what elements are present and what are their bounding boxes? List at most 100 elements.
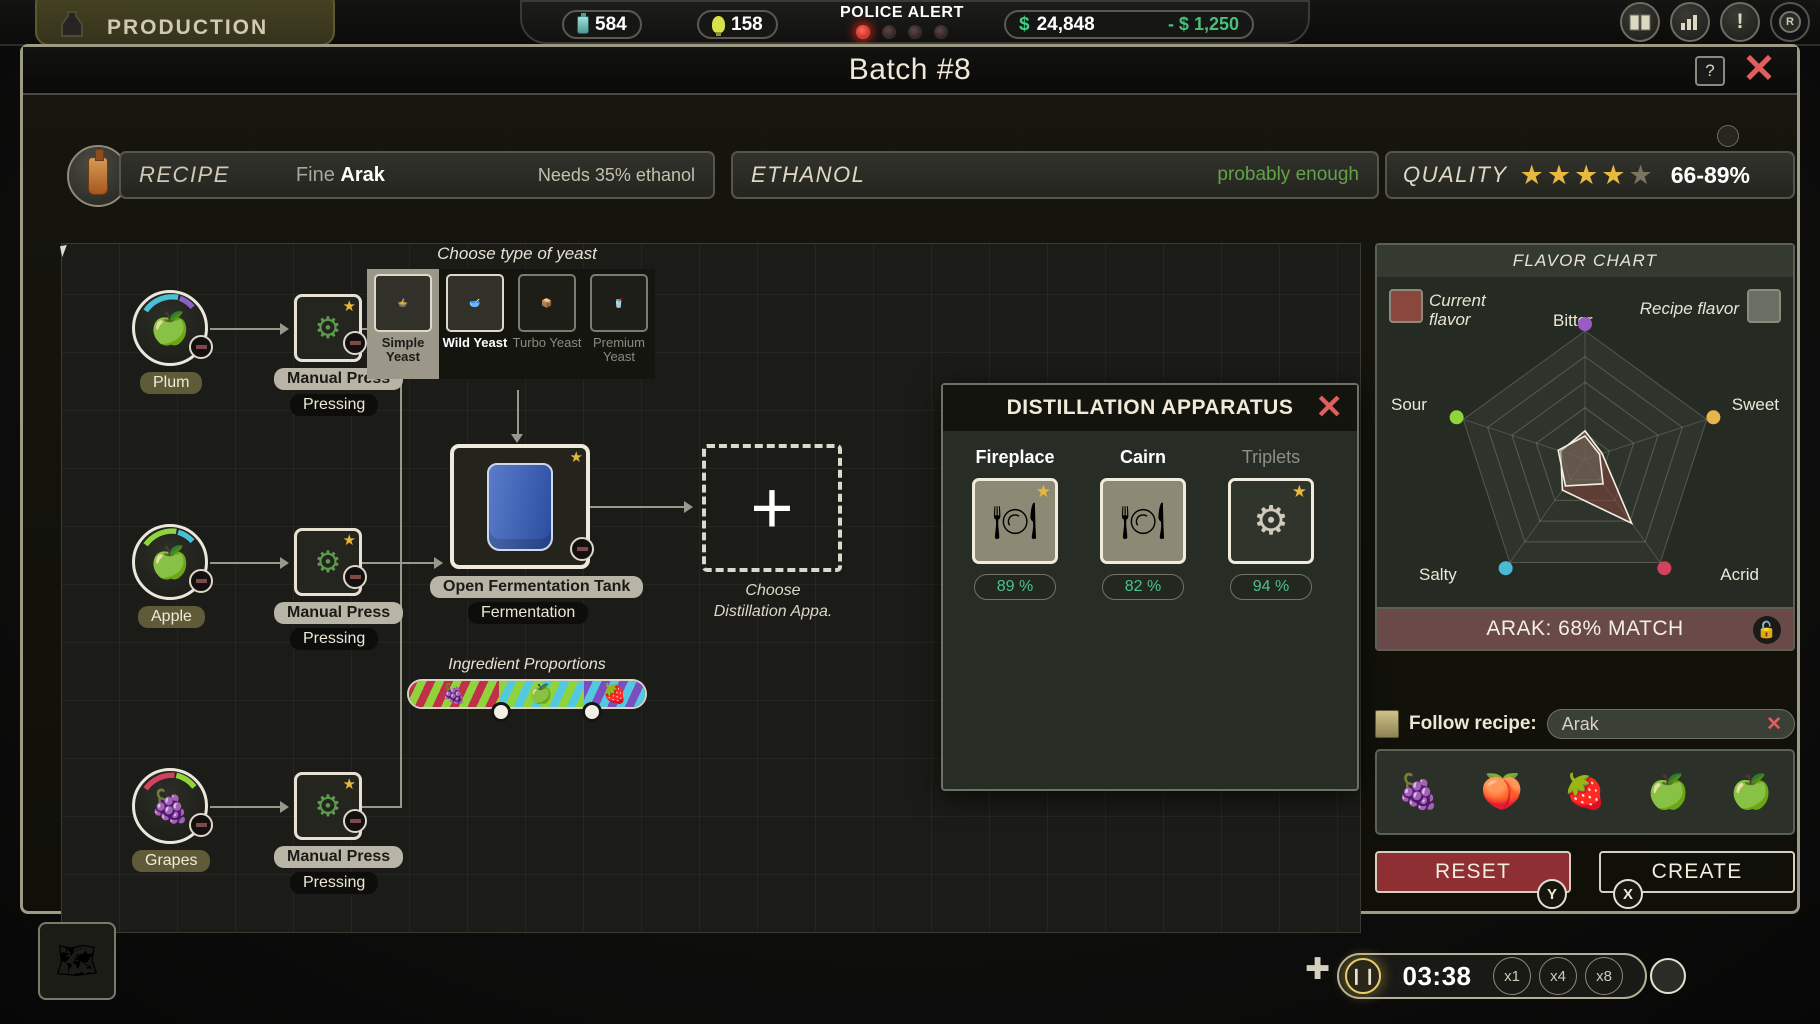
- link-press3-out: [362, 806, 402, 808]
- yeast-option-turbo[interactable]: 📦 Turbo Yeast: [511, 269, 583, 379]
- apple-remove-button[interactable]: [189, 569, 213, 593]
- dollar-icon: $: [1019, 13, 1030, 35]
- berries-icon[interactable]: 🍓: [1564, 772, 1606, 812]
- grapes-remove-button[interactable]: [189, 813, 213, 837]
- speed-x8-button[interactable]: x8: [1585, 957, 1623, 995]
- game-clock: 03:38: [1402, 960, 1472, 991]
- press-2-remove-button[interactable]: [343, 565, 367, 589]
- money-counter[interactable]: $ 24,848 - $ 1,250: [1004, 10, 1254, 39]
- ethanol-label: ETHANOL: [751, 162, 866, 187]
- pause-button[interactable]: ❙❙: [1345, 958, 1381, 994]
- quality-label: QUALITY: [1403, 162, 1508, 187]
- close-button[interactable]: ✕: [1739, 49, 1779, 91]
- stick-button[interactable]: [1650, 958, 1686, 994]
- apparatus-option-fireplace[interactable]: Fireplace ★ 🍽 89 %: [961, 447, 1069, 600]
- money-delta: - $ 1,250: [1167, 14, 1239, 34]
- speed-x1-button[interactable]: x1: [1493, 957, 1531, 995]
- tank-star-icon: ★: [569, 449, 583, 466]
- unlock-icon[interactable]: 🔓: [1753, 616, 1781, 644]
- ingredient-node-grapes[interactable]: 🍇: [132, 768, 213, 844]
- yeast-option-premium[interactable]: 🥤 Premium Yeast: [583, 269, 655, 379]
- action-button-row: RESET CREATE Y X: [1375, 851, 1795, 909]
- machine-node-press-1[interactable]: ★ ⚙: [294, 294, 367, 362]
- ethanol-strip[interactable]: ETHANOL probably enough: [731, 151, 1379, 199]
- tank-remove-button[interactable]: [570, 537, 594, 561]
- hud-center: 584 158 POLICE ALERT $ 24,848 - $ 1,250: [520, 0, 1310, 44]
- apparatus-tile-fireplace[interactable]: ★ 🍽: [972, 478, 1058, 564]
- quality-stars: ★ ★ ★ ★ ★: [1520, 159, 1653, 190]
- alert-icon[interactable]: !: [1720, 2, 1760, 42]
- plum-remove-button[interactable]: [189, 335, 213, 359]
- dpad-icon: ✚: [1305, 953, 1331, 986]
- star-filled-2: ★: [1546, 159, 1572, 190]
- modal-close-button[interactable]: ✕: [1315, 389, 1343, 425]
- follow-recipe-row: Follow recipe: Arak ✕: [1375, 709, 1795, 739]
- resize-handle[interactable]: [1717, 125, 1739, 147]
- proportion-handle-2[interactable]: [582, 702, 602, 722]
- grapes-icon[interactable]: 🍇: [1397, 772, 1439, 812]
- proportions-bar[interactable]: 🍇 🍏 🍓: [407, 679, 647, 709]
- machine-node-press-2[interactable]: ★ ⚙: [294, 528, 367, 596]
- yeast-option-simple[interactable]: 🍲 Simple Yeast: [367, 269, 439, 379]
- link-yeast-tank: [517, 390, 519, 440]
- quality-percent: 66-89%: [1670, 161, 1751, 188]
- distillation-apparatus-modal: DISTILLATION APPARATUS ✕ Fireplace ★ 🍽 8…: [941, 383, 1359, 791]
- follow-recipe-clear-button[interactable]: ✕: [1766, 713, 1782, 736]
- notebook-icon: [1375, 710, 1399, 738]
- hud-icon-row: ! R: [1620, 2, 1810, 42]
- proportion-handle-1[interactable]: [491, 702, 511, 722]
- proportion-segment-apple[interactable]: 🍏: [498, 681, 584, 707]
- apple-icon[interactable]: 🍏: [1730, 772, 1772, 812]
- chart-icon[interactable]: [1670, 2, 1710, 42]
- link-plum-press-head: [280, 323, 289, 335]
- yeast-option-wild[interactable]: 🥣 Wild Yeast: [439, 269, 511, 379]
- peach-icon[interactable]: 🍑: [1481, 772, 1523, 812]
- police-alert[interactable]: POLICE ALERT: [812, 4, 992, 39]
- ideas-counter[interactable]: 158: [697, 10, 778, 39]
- link-press3-merge: [400, 562, 402, 808]
- plum-icon[interactable]: 🍏: [1647, 772, 1689, 812]
- press-1-remove-button[interactable]: [343, 331, 367, 355]
- recipe-name: Fine Arak: [295, 163, 385, 186]
- apparatus-option-cairn[interactable]: Cairn 🍽 82 %: [1089, 447, 1197, 600]
- distillation-placeholder-slot[interactable]: +: [702, 444, 842, 572]
- star-filled-3: ★: [1574, 159, 1599, 190]
- press-3-remove-button[interactable]: [343, 809, 367, 833]
- machine-node-fermentation-tank[interactable]: ★: [450, 444, 594, 569]
- police-lamp-3: [908, 25, 922, 39]
- yeast-label-turbo: Turbo Yeast: [512, 335, 582, 350]
- recipe-strip[interactable]: RECIPE Fine Arak Needs 35% ethanol: [119, 151, 715, 199]
- press-1-star-icon: ★: [342, 298, 356, 315]
- follow-recipe-input[interactable]: Arak ✕: [1546, 709, 1795, 739]
- book-icon[interactable]: [1620, 2, 1660, 42]
- machine-node-press-3[interactable]: ★ ⚙: [294, 772, 367, 840]
- ingredient-node-apple[interactable]: 🍏: [132, 524, 213, 600]
- help-button[interactable]: ?: [1695, 56, 1725, 86]
- recipe-fruit-strip: 🍇 🍑 🍓 🍏 🍏: [1375, 749, 1795, 835]
- yeast-selector[interactable]: 🍲 Simple Yeast 🥣 Wild Yeast 📦 Turbo Yeas…: [367, 269, 655, 379]
- yeast-label-premium: Premium Yeast: [592, 335, 645, 364]
- link-press-tank: [362, 562, 442, 564]
- recipe-name-bold: Arak: [340, 163, 385, 186]
- ingredient-label-grapes: Grapes: [132, 850, 211, 872]
- ethanol-status: probably enough: [1217, 164, 1359, 185]
- machine-label-press-3: Manual Press: [274, 846, 404, 868]
- fireplace-star-icon: ★: [1035, 482, 1051, 501]
- link-grapes-press-head: [280, 801, 289, 813]
- add-icon: +: [750, 466, 794, 549]
- bottles-counter[interactable]: 584: [562, 10, 642, 39]
- apparatus-option-triplets[interactable]: Triplets ★ ⚙ 94 %: [1217, 447, 1325, 600]
- flavor-chart-body: Current flavor Recipe flavor Bitter Swee…: [1377, 277, 1793, 607]
- ingredient-node-plum[interactable]: 🍏: [132, 290, 213, 366]
- apparatus-tile-cairn[interactable]: 🍽: [1100, 478, 1186, 564]
- still-icon: [55, 6, 89, 40]
- apparatus-tile-triplets[interactable]: ★ ⚙: [1228, 478, 1314, 564]
- apparatus-percent-fireplace: 89 %: [974, 574, 1056, 600]
- gamepad-key-y: Y: [1537, 879, 1567, 909]
- radar-chart: [1449, 317, 1721, 576]
- speed-x4-button[interactable]: x4: [1539, 957, 1577, 995]
- map-button[interactable]: 🗺: [38, 922, 116, 1000]
- production-tab[interactable]: PRODUCTION: [35, 0, 335, 46]
- recording-icon[interactable]: R: [1770, 2, 1810, 42]
- proportion-segment-grapes[interactable]: 🍇: [409, 681, 499, 707]
